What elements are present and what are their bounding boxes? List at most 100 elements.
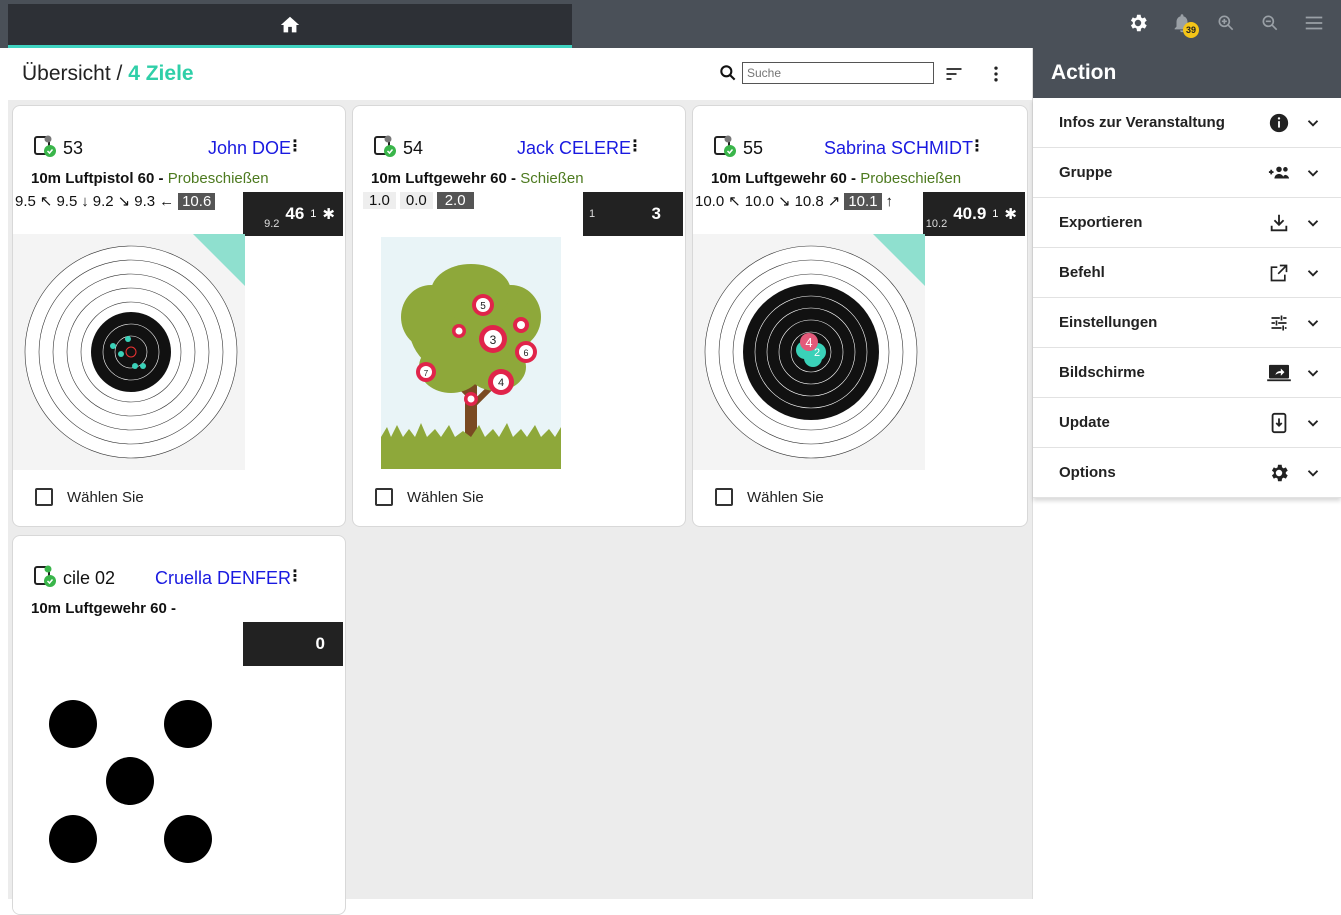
- select-checkbox[interactable]: [715, 488, 733, 506]
- phone-download-icon: [1267, 411, 1291, 435]
- arrow-ne-icon: ↗: [827, 193, 841, 210]
- discipline-label: 10m Luftgewehr 60 -: [31, 600, 177, 617]
- apple-label: 6: [523, 348, 528, 358]
- device-status-icon: [34, 135, 56, 157]
- device-status-icon: [714, 135, 736, 157]
- target-grid: 53 John DOE ⋮ 10m Luftpistol 60 - Probes…: [8, 100, 1032, 915]
- shot-mark-label: 4: [805, 335, 812, 350]
- arrow-se-icon: ↘: [777, 193, 791, 210]
- more-vert-icon[interactable]: [984, 62, 1008, 86]
- discipline-label: 10m Luftgewehr 60 - Probeschießen: [711, 170, 962, 187]
- card-menu-icon[interactable]: ⋮: [287, 136, 303, 156]
- hamburger-menu-icon[interactable]: [1301, 10, 1327, 36]
- asterisk-icon: ✱: [1004, 206, 1017, 223]
- shooter-name-link[interactable]: Sabrina SCHMIDT: [824, 138, 973, 159]
- action-sidebar: Action Infos zur Veranstaltung Gruppe Ex…: [1032, 48, 1341, 899]
- target-card-55[interactable]: 55 Sabrina SCHMIDT ⋮ 10m Luftgewehr 60 -…: [692, 105, 1028, 527]
- apple-label: 3: [490, 333, 497, 347]
- select-row[interactable]: Wählen Sie: [375, 488, 484, 506]
- apple-label: 4: [498, 377, 504, 389]
- sidebar-item-exportieren[interactable]: Exportieren: [1033, 198, 1341, 248]
- target-count: 4 Ziele: [128, 62, 194, 85]
- home-icon: [280, 16, 300, 32]
- mode-label: Probeschießen: [167, 170, 269, 187]
- search-box: [718, 62, 934, 84]
- pistol-target: [13, 234, 245, 470]
- select-checkbox[interactable]: [35, 488, 53, 506]
- settings-gear-icon[interactable]: [1125, 10, 1151, 36]
- apple-tree-target: 5 3 6 7 4: [381, 237, 561, 469]
- zoom-out-icon[interactable]: [1257, 10, 1283, 36]
- page-title: Übersicht / 4 Ziele: [22, 62, 194, 85]
- sidebar-item-gruppe[interactable]: Gruppe: [1033, 148, 1341, 198]
- lane-number: cile 02: [63, 568, 116, 588]
- shooter-name-link[interactable]: John DOE: [208, 138, 291, 159]
- lane-number: 55: [743, 138, 764, 158]
- zoom-in-icon[interactable]: [1213, 10, 1239, 36]
- chevron-down-icon[interactable]: [1301, 361, 1325, 385]
- arrow-nw-icon: ↖: [39, 193, 53, 210]
- device-status-icon: [374, 135, 396, 157]
- shot-list: 1.0 0.0 2.0: [363, 192, 474, 209]
- card-menu-icon[interactable]: ⋮: [969, 136, 985, 156]
- sidebar-item-bildschirme[interactable]: Bildschirme: [1033, 348, 1341, 398]
- apple-label: 7: [424, 369, 429, 378]
- chevron-down-icon[interactable]: [1301, 411, 1325, 435]
- arrow-se-icon: ↘: [117, 193, 131, 210]
- chevron-down-icon[interactable]: [1301, 211, 1325, 235]
- group-add-icon: [1267, 161, 1291, 185]
- gear-icon: [1267, 461, 1291, 485]
- sort-icon[interactable]: [942, 62, 966, 86]
- asterisk-icon: ✱: [322, 206, 335, 223]
- target-card-cile-02[interactable]: cile 02 Cruella DENFER ⋮ 10m Luftgewehr …: [12, 535, 346, 915]
- home-tab[interactable]: [8, 4, 572, 48]
- screen-share-icon: [1267, 361, 1291, 385]
- sidebar-title: Action: [1033, 48, 1341, 98]
- sidebar-item-befehl[interactable]: Befehl: [1033, 248, 1341, 298]
- discipline-label: 10m Luftpistol 60 - Probeschießen: [31, 170, 269, 187]
- search-icon[interactable]: [718, 63, 738, 83]
- lane-number: 53: [63, 138, 84, 158]
- tune-icon: [1267, 311, 1291, 335]
- mode-label: Probeschießen: [860, 170, 962, 187]
- shot-list: 10.0 ↖ 10.0 ↘ 10.8 ↗ 10.1 ↑: [695, 192, 894, 210]
- sidebar-item-einstellungen[interactable]: Einstellungen: [1033, 298, 1341, 348]
- score-box: 9.2 46 1 ✱: [243, 192, 343, 236]
- lane-number: 54: [403, 138, 424, 158]
- arrow-w-icon: ←: [159, 192, 175, 210]
- chevron-down-icon[interactable]: [1301, 161, 1325, 185]
- search-input[interactable]: [742, 62, 934, 84]
- shooter-name-link[interactable]: Cruella DENFER: [155, 568, 291, 589]
- card-menu-icon[interactable]: ⋮: [627, 136, 643, 156]
- score-box: 10.2 40.9 1 ✱: [923, 192, 1025, 236]
- shooter-name-link[interactable]: Jack CELERE: [517, 138, 631, 159]
- rifle-target: 2 4: [693, 234, 925, 470]
- sidebar-item-infos[interactable]: Infos zur Veranstaltung: [1033, 98, 1341, 148]
- sidebar-item-options[interactable]: Options: [1033, 448, 1341, 498]
- overview-header: Übersicht / 4 Ziele: [8, 48, 1032, 100]
- select-row[interactable]: Wählen Sie: [715, 488, 824, 506]
- sidebar-item-update[interactable]: Update: [1033, 398, 1341, 448]
- chevron-down-icon[interactable]: [1301, 461, 1325, 485]
- chevron-down-icon[interactable]: [1301, 311, 1325, 335]
- arrow-down-icon: ↓: [81, 192, 89, 210]
- download-icon: [1267, 211, 1291, 235]
- chevron-down-icon[interactable]: [1301, 261, 1325, 285]
- notification-badge: 39: [1183, 22, 1199, 38]
- score-box: 1 3: [583, 192, 683, 236]
- discipline-label: 10m Luftgewehr 60 - Schießen: [371, 170, 584, 187]
- top-bar: 39: [0, 0, 1341, 48]
- arrow-nw-icon: ↖: [728, 193, 741, 210]
- open-in-new-icon: [1267, 261, 1291, 285]
- chevron-down-icon[interactable]: [1301, 111, 1325, 135]
- device-status-icon: [34, 565, 56, 587]
- card-menu-icon[interactable]: ⋮: [287, 566, 303, 586]
- notification-bell-icon[interactable]: 39: [1169, 10, 1199, 38]
- target-card-54[interactable]: 54 Jack CELERE ⋮ 10m Luftgewehr 60 - Sch…: [352, 105, 686, 527]
- select-checkbox[interactable]: [375, 488, 393, 506]
- score-box: 0: [243, 622, 343, 666]
- mode-label: Schießen: [520, 170, 584, 187]
- select-row[interactable]: Wählen Sie: [35, 488, 144, 506]
- target-card-53[interactable]: 53 John DOE ⋮ 10m Luftpistol 60 - Probes…: [12, 105, 346, 527]
- apple-label: 5: [480, 301, 486, 312]
